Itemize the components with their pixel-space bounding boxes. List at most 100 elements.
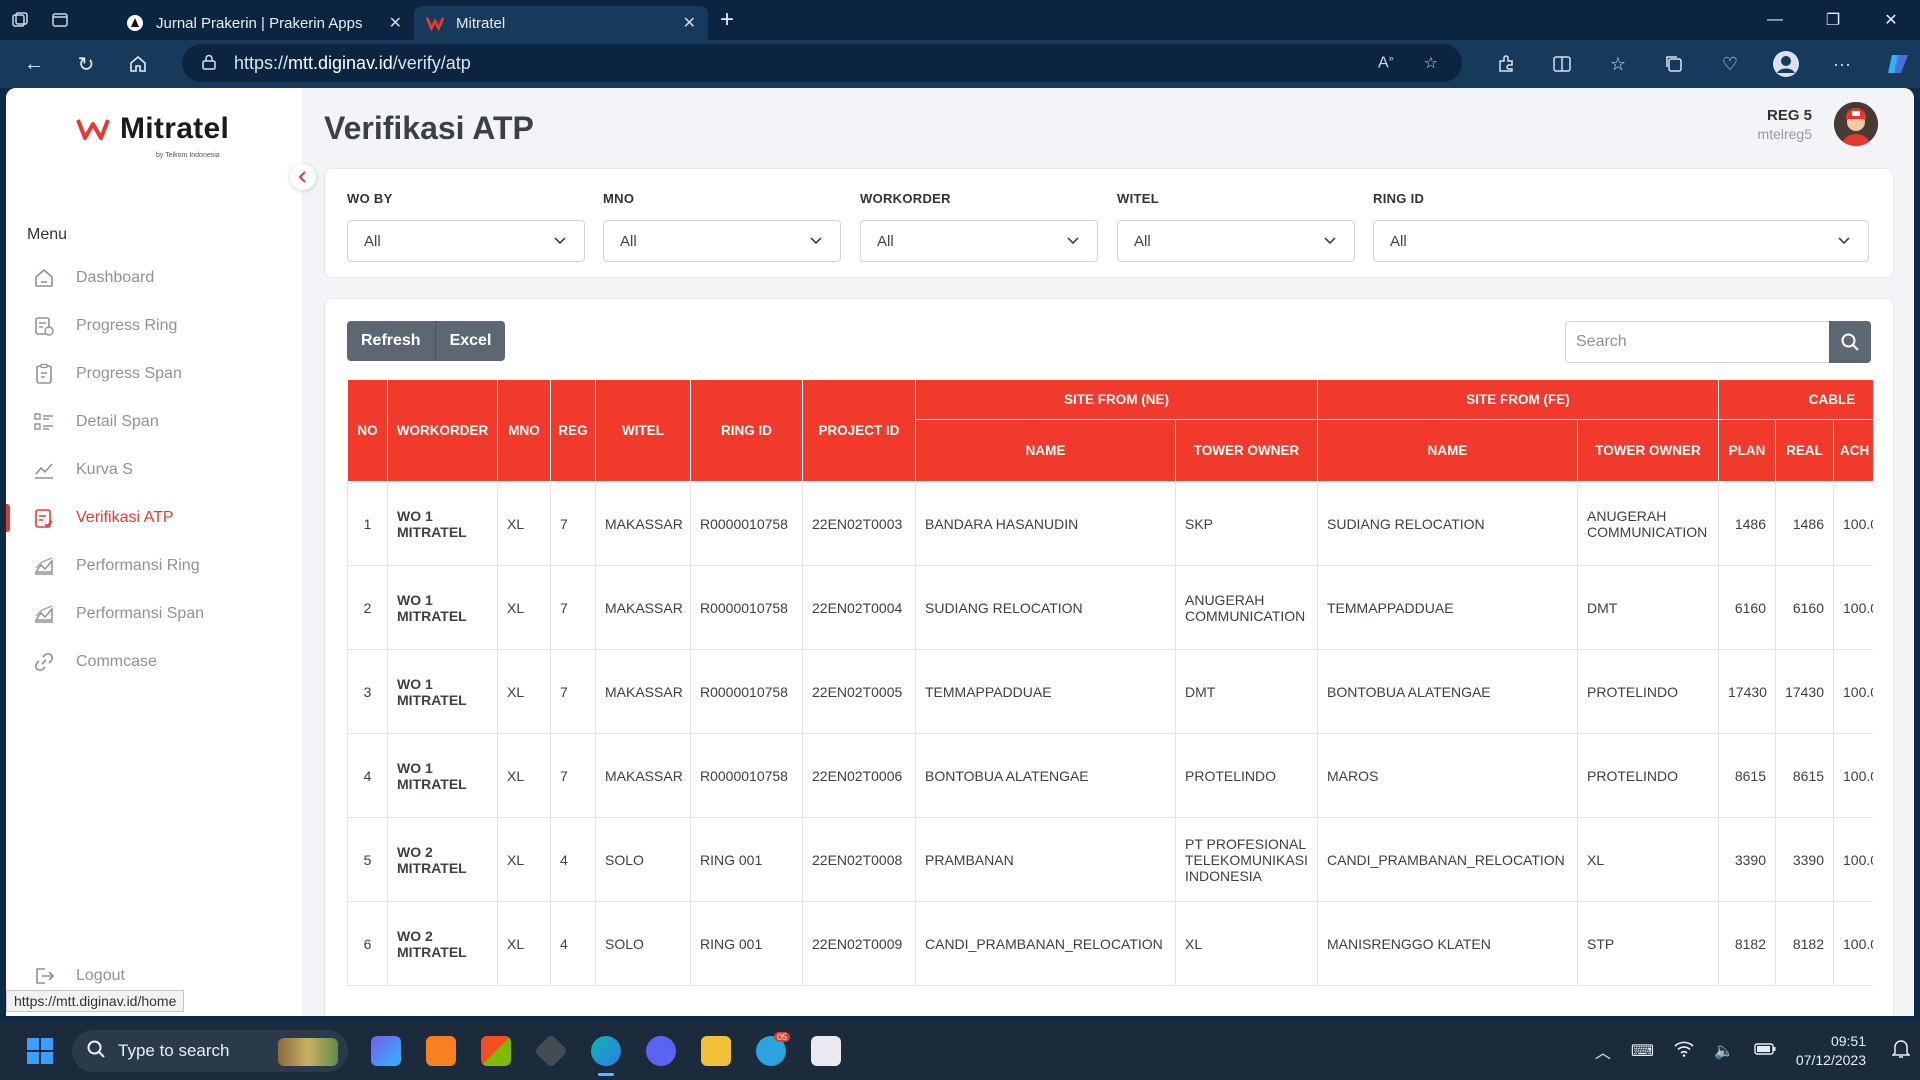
mno-select[interactable]: All — [603, 220, 841, 262]
close-tab-icon[interactable]: ✕ — [683, 13, 696, 33]
logo-subtitle: by Telkom Indonesia — [156, 152, 220, 159]
extensions-icon[interactable] — [1478, 40, 1534, 88]
home-icon[interactable] — [112, 44, 164, 84]
avatar[interactable] — [1834, 102, 1878, 146]
copilot-icon[interactable] — [1870, 40, 1920, 88]
wo-by-select[interactable]: All — [347, 220, 585, 262]
notifications-icon[interactable] — [1891, 1039, 1911, 1064]
taskbar-app-explorer[interactable] — [688, 1022, 743, 1080]
cell-plan: 17430 — [1718, 649, 1776, 734]
col-header[interactable]: PLAN — [1718, 419, 1776, 482]
witel-select[interactable]: All — [1117, 220, 1355, 262]
more-options-icon[interactable]: ··· — [1814, 40, 1870, 88]
tab-jurnal-prakerin[interactable]: Jurnal Prakerin | Prakerin Apps ✕ — [114, 6, 414, 40]
group-header-site-ne: SITE FROM (NE) — [915, 379, 1318, 420]
url-field[interactable]: https://mtt.diginav.id/verify/atp A» ☆ — [182, 44, 1462, 82]
table-row[interactable]: 3 WO 1 MITRATEL XL 7 MAKASSAR R0000010758 22EN… — [347, 649, 1873, 734]
workorder-select[interactable]: All — [860, 220, 1098, 262]
col-header[interactable]: ACH (%) — [1832, 419, 1873, 482]
workspaces-icon[interactable] — [0, 0, 40, 40]
cell-no: 4 — [347, 733, 388, 818]
chart-area-icon — [32, 554, 56, 578]
sidebar-item-progress-span[interactable]: Progress Span — [6, 350, 302, 398]
collections-icon[interactable] — [1646, 40, 1702, 88]
cell-fe-owner: XL — [1577, 817, 1719, 902]
taskbar-clock[interactable]: 09:51 07/12/2023 — [1796, 1032, 1866, 1070]
profile-avatar-icon[interactable] — [1758, 40, 1814, 88]
col-header[interactable]: NAME — [1317, 419, 1578, 482]
taskbar-app-unity[interactable] — [523, 1022, 578, 1080]
favorite-star-icon[interactable]: ☆ — [1424, 53, 1438, 73]
sidebar-item-verifikasi-atp[interactable]: Verifikasi ATP — [6, 494, 302, 542]
sidebar-item-progress-ring[interactable]: Progress Ring — [6, 302, 302, 350]
table-row[interactable]: 1 WO 1 MITRATEL XL 7 MAKASSAR R0000010758 22EN… — [347, 481, 1873, 566]
ring-id-select[interactable]: All — [1373, 220, 1869, 262]
col-header[interactable]: WITEL — [595, 379, 691, 482]
battery-icon[interactable] — [1754, 1042, 1776, 1060]
mitratel-logo[interactable]: Mitratel — [76, 112, 229, 146]
favorites-icon[interactable]: ☆ — [1590, 40, 1646, 88]
col-header[interactable]: PROJECT ID — [802, 379, 916, 482]
taskbar-app-aimp[interactable] — [413, 1022, 468, 1080]
refresh-icon[interactable]: ↻ — [60, 44, 112, 84]
lock-icon[interactable] — [202, 54, 216, 73]
sidebar-item-commcase[interactable]: Commcase — [6, 638, 302, 686]
col-header[interactable]: NO — [347, 379, 388, 482]
collapse-sidebar-button[interactable] — [290, 164, 316, 190]
col-header[interactable]: NAME — [915, 419, 1176, 482]
taskbar-search[interactable]: Type to search — [72, 1030, 348, 1072]
table-row[interactable]: 2 WO 1 MITRATEL XL 7 MAKASSAR R0000010758 22EN… — [347, 565, 1873, 650]
taskbar-app-widgets[interactable] — [358, 1022, 413, 1080]
search-icon — [1841, 333, 1859, 351]
read-aloud-icon[interactable]: A» — [1378, 53, 1394, 73]
close-window-icon[interactable]: ✕ — [1862, 0, 1920, 40]
sidebar-item-label: Dashboard — [76, 269, 155, 286]
maximize-icon[interactable]: ❐ — [1804, 0, 1862, 40]
cell-ne-owner: DMT — [1175, 649, 1318, 734]
search-highlight-image — [278, 1038, 338, 1066]
minimize-icon[interactable]: — — [1746, 0, 1804, 40]
sidebar-item-performansi-span[interactable]: Performansi Span — [6, 590, 302, 638]
wifi-icon[interactable] — [1674, 1041, 1694, 1062]
sidebar-item-label: Kurva S — [76, 461, 133, 478]
excel-button[interactable]: Excel — [434, 321, 506, 361]
col-header[interactable]: RING ID — [690, 379, 803, 482]
taskbar-app-discord[interactable] — [633, 1022, 688, 1080]
taskbar-app-store[interactable] — [468, 1022, 523, 1080]
taskbar-app-telegram[interactable]: 05 — [743, 1022, 798, 1080]
new-tab-icon[interactable]: + — [720, 6, 734, 34]
tab-actions-icon[interactable] — [40, 0, 80, 40]
col-header[interactable]: REAL — [1775, 419, 1834, 482]
windows-start-icon[interactable] — [20, 1031, 60, 1071]
taskbar-app-snipping[interactable] — [798, 1022, 853, 1080]
refresh-button[interactable]: Refresh — [347, 321, 435, 361]
col-header[interactable]: TOWER OWNER — [1577, 419, 1719, 482]
col-header[interactable]: WORKORDER — [387, 379, 498, 482]
tray-overflow-icon[interactable]: ︿ — [1595, 1039, 1611, 1063]
sidebar-item-detail-span[interactable]: Detail Span — [6, 398, 302, 446]
search-button[interactable] — [1829, 321, 1871, 363]
sidebar-item-kurva-s[interactable]: Kurva S — [6, 446, 302, 494]
search-input[interactable] — [1565, 321, 1829, 363]
sidebar-item-dashboard[interactable]: Dashboard — [6, 254, 302, 302]
close-tab-icon[interactable]: ✕ — [389, 13, 402, 33]
browser-essentials-icon[interactable]: ♡ — [1702, 40, 1758, 88]
table-row[interactable]: 6 WO 2 MITRATEL XL 4 SOLO RING 001 22EN02T0009… — [347, 901, 1873, 986]
sidebar-item-performansi-ring[interactable]: Performansi Ring — [6, 542, 302, 590]
col-header[interactable]: MNO — [497, 379, 551, 482]
col-header[interactable]: TOWER OWNER — [1175, 419, 1318, 482]
cell-fe-owner: PROTELINDO — [1577, 733, 1719, 818]
col-header[interactable]: REG — [550, 379, 596, 482]
taskbar-apps: 05 — [358, 1022, 853, 1080]
window-controls: — ❐ ✕ — [1746, 0, 1920, 40]
tab-mitratel[interactable]: Mitratel ✕ — [414, 6, 708, 40]
keyboard-icon[interactable]: ⌨ — [1631, 1041, 1654, 1061]
split-screen-icon[interactable] — [1534, 40, 1590, 88]
volume-icon[interactable]: 🔈 — [1714, 1041, 1734, 1061]
user-profile[interactable]: REG 5 mtelreg5 — [1758, 102, 1878, 146]
table-scroll-area[interactable]: NO WORKORDER MNO REG WITEL RING ID PROJE… — [347, 379, 1873, 1016]
table-row[interactable]: 5 WO 2 MITRATEL XL 4 SOLO RING 001 22EN02T0008… — [347, 817, 1873, 902]
taskbar-app-edge[interactable] — [578, 1022, 633, 1080]
back-icon[interactable]: ← — [8, 44, 60, 84]
table-row[interactable]: 4 WO 1 MITRATEL XL 7 MAKASSAR R0000010758 22EN… — [347, 733, 1873, 818]
